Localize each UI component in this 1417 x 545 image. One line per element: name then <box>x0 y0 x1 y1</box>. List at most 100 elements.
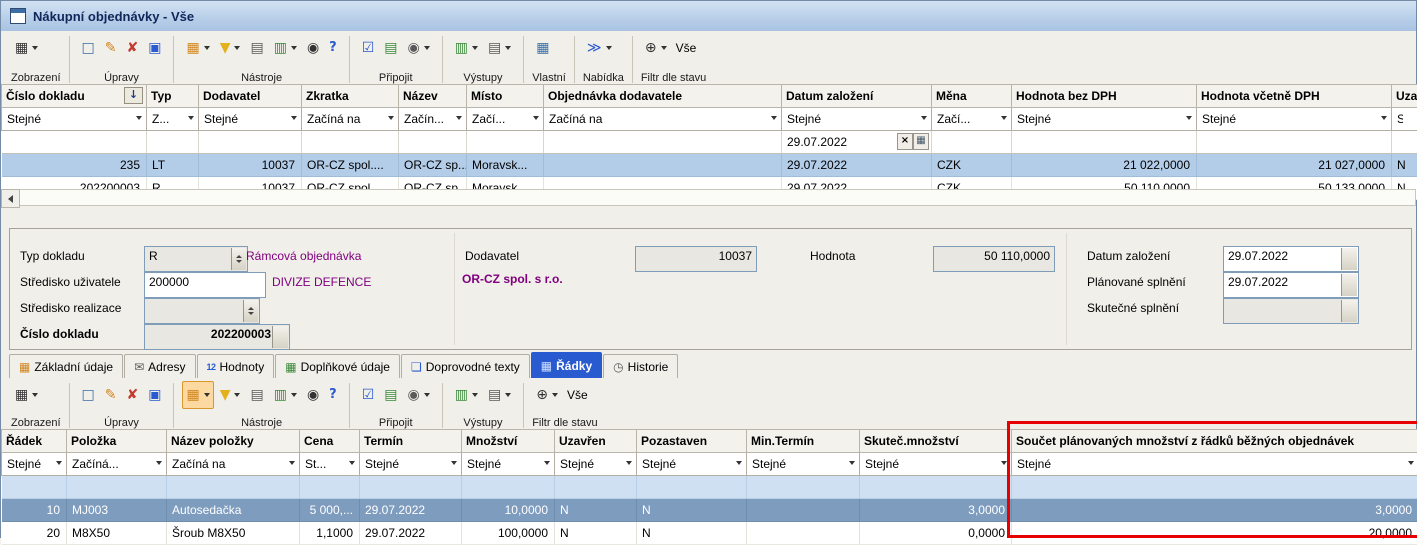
filter-misto[interactable]: Začí... <box>467 108 544 131</box>
filter-zkratka[interactable]: Začíná na <box>302 108 399 131</box>
cell[interactable]: 29.07.2022 <box>782 154 932 177</box>
col-hodnota-vcetne-dph[interactable]: Hodnota včetně DPH <box>1197 85 1392 108</box>
col-mnozstvi[interactable]: Množství <box>462 430 555 453</box>
cell[interactable]: 10037 <box>199 154 302 177</box>
edit-document-button[interactable]: ✎ <box>101 34 121 62</box>
col-typ[interactable]: Typ <box>147 85 199 108</box>
help-button[interactable]: ? <box>325 34 341 62</box>
export-table-button[interactable]: ▥ <box>451 34 482 62</box>
filter-min-termin[interactable]: Stejné <box>747 453 860 476</box>
sort-ascending-icon[interactable]: ↓ <box>124 87 143 104</box>
help-button[interactable]: ? <box>325 381 341 409</box>
cell[interactable] <box>167 476 300 499</box>
cell[interactable] <box>544 131 782 154</box>
tab-doplnkove-udaje[interactable]: ▦Doplňkové údaje <box>275 354 400 378</box>
cell[interactable] <box>1197 131 1392 154</box>
export-print-button[interactable]: ▤ <box>484 34 515 62</box>
cell[interactable]: 20,0000 <box>1012 522 1417 545</box>
col-termin[interactable]: Termín <box>360 430 462 453</box>
cislo-dokladu-input[interactable]: 202200003 <box>144 324 290 350</box>
cell[interactable] <box>860 476 1012 499</box>
col-polozka[interactable]: Položka <box>67 430 167 453</box>
dodavatel-input[interactable]: 10037 <box>635 246 757 272</box>
cell[interactable]: 10,0000 <box>462 499 555 522</box>
skutecne-splneni-input[interactable] <box>1223 298 1359 324</box>
cell[interactable]: 1,1000 <box>300 522 360 545</box>
cell[interactable] <box>67 476 167 499</box>
edit-date-cell[interactable]: 29.07.2022×▦ <box>782 131 932 154</box>
cell[interactable]: 20 <box>2 522 67 545</box>
attach-documents-button[interactable]: ▤ <box>380 381 401 409</box>
col-objednavka-dodavatele[interactable]: Objednávka dodavatele <box>544 85 782 108</box>
cell[interactable] <box>1012 476 1417 499</box>
cell[interactable]: OR-CZ spol.... <box>302 154 399 177</box>
col-cislo-dokladu[interactable]: Číslo dokladu↓ <box>2 85 147 108</box>
cell[interactable] <box>2 476 67 499</box>
title-bar[interactable]: Nákupní objednávky - Vše <box>1 1 1416 32</box>
calendar-picker-button[interactable] <box>1341 274 1357 296</box>
typ-dokladu-input[interactable]: R <box>144 246 248 272</box>
col-uzavreno[interactable]: Uza <box>1392 85 1417 108</box>
print-button[interactable]: ▤ <box>246 34 267 62</box>
col-mena[interactable]: Měna <box>932 85 1012 108</box>
cell[interactable]: CZK <box>932 154 1012 177</box>
cell[interactable]: 100,0000 <box>462 522 555 545</box>
status-filter-button[interactable]: ⊕ <box>641 34 671 62</box>
cell[interactable] <box>637 476 747 499</box>
filter-typ[interactable]: Z... <box>147 108 199 131</box>
col-datum-zalozeni[interactable]: Datum založení <box>782 85 932 108</box>
filter-cena[interactable]: St... <box>300 453 360 476</box>
cell[interactable] <box>2 131 147 154</box>
delete-line-button[interactable]: ✘ <box>123 381 143 409</box>
filter-termin[interactable]: Stejné <box>360 453 462 476</box>
col-radek[interactable]: Řádek <box>2 430 67 453</box>
status-filter-button[interactable]: ⊕ <box>532 381 562 409</box>
col-min-termin[interactable]: Min.Termín <box>747 430 860 453</box>
scroll-left-button[interactable] <box>1 189 20 208</box>
cell[interactable]: 29.07.2022 <box>360 499 462 522</box>
cell[interactable]: 21 022,0000 <box>1012 154 1197 177</box>
filter-button[interactable]: ▼ <box>216 34 245 62</box>
filter-skutec-mnozstvi[interactable]: Stejné <box>860 453 1012 476</box>
scrollbar-thumb[interactable] <box>20 189 1416 206</box>
clear-date-icon[interactable]: × <box>897 133 913 150</box>
cell[interactable]: 235 <box>2 154 147 177</box>
filter-hodnota-vcetne-dph[interactable]: Stejné <box>1197 108 1392 131</box>
filter-polozka[interactable]: Začíná... <box>67 453 167 476</box>
filter-uzavreno[interactable]: Ste <box>1392 108 1417 131</box>
export-table-button[interactable]: ▥ <box>451 381 482 409</box>
col-zkratka[interactable]: Zkratka <box>302 85 399 108</box>
tab-historie[interactable]: ◷Historie <box>603 354 678 378</box>
col-pozastaven[interactable]: Pozastaven <box>637 430 747 453</box>
col-misto[interactable]: Místo <box>467 85 544 108</box>
cell[interactable]: OR-CZ sp... <box>399 154 467 177</box>
spinner-icon[interactable] <box>243 300 258 322</box>
cell[interactable] <box>399 131 467 154</box>
filter-nazev[interactable]: Začín... <box>399 108 467 131</box>
filter-pozastaven[interactable]: Stejné <box>637 453 747 476</box>
cell[interactable] <box>199 131 302 154</box>
cell[interactable] <box>1392 131 1417 154</box>
cell[interactable] <box>1012 131 1197 154</box>
col-skutec-mnozstvi[interactable]: Skuteč.množství <box>860 430 1012 453</box>
chart-button[interactable]: ▥ <box>270 34 301 62</box>
filter-mena[interactable]: Začí... <box>932 108 1012 131</box>
cell[interactable]: 3,0000 <box>1012 499 1417 522</box>
cell[interactable]: 29.07.2022 <box>360 522 462 545</box>
tab-adresy[interactable]: ✉Adresy <box>124 354 195 378</box>
cell[interactable]: Moravsk... <box>467 154 544 177</box>
new-line-button[interactable]: □ <box>78 381 99 409</box>
copy-document-button[interactable]: ▣ <box>144 34 165 62</box>
cell[interactable]: N <box>555 499 637 522</box>
col-soucet-planovanych[interactable]: Součet plánovaných množství z řádků běžn… <box>1012 430 1417 453</box>
view-menu-button[interactable]: ▦ <box>11 381 42 409</box>
attach-checklist-button[interactable]: ☑ <box>358 381 379 409</box>
filter-dodavatel[interactable]: Stejné <box>199 108 302 131</box>
find-button[interactable]: ◉ <box>303 381 323 409</box>
planovane-splneni-input[interactable]: 29.07.2022 <box>1223 272 1359 298</box>
col-nazev-polozky[interactable]: Název položky <box>167 430 300 453</box>
hodnota-input[interactable]: 50 110,0000 <box>933 246 1055 272</box>
cell[interactable] <box>300 476 360 499</box>
export-print-button[interactable]: ▤ <box>484 381 515 409</box>
chart-button[interactable]: ▥ <box>270 381 301 409</box>
